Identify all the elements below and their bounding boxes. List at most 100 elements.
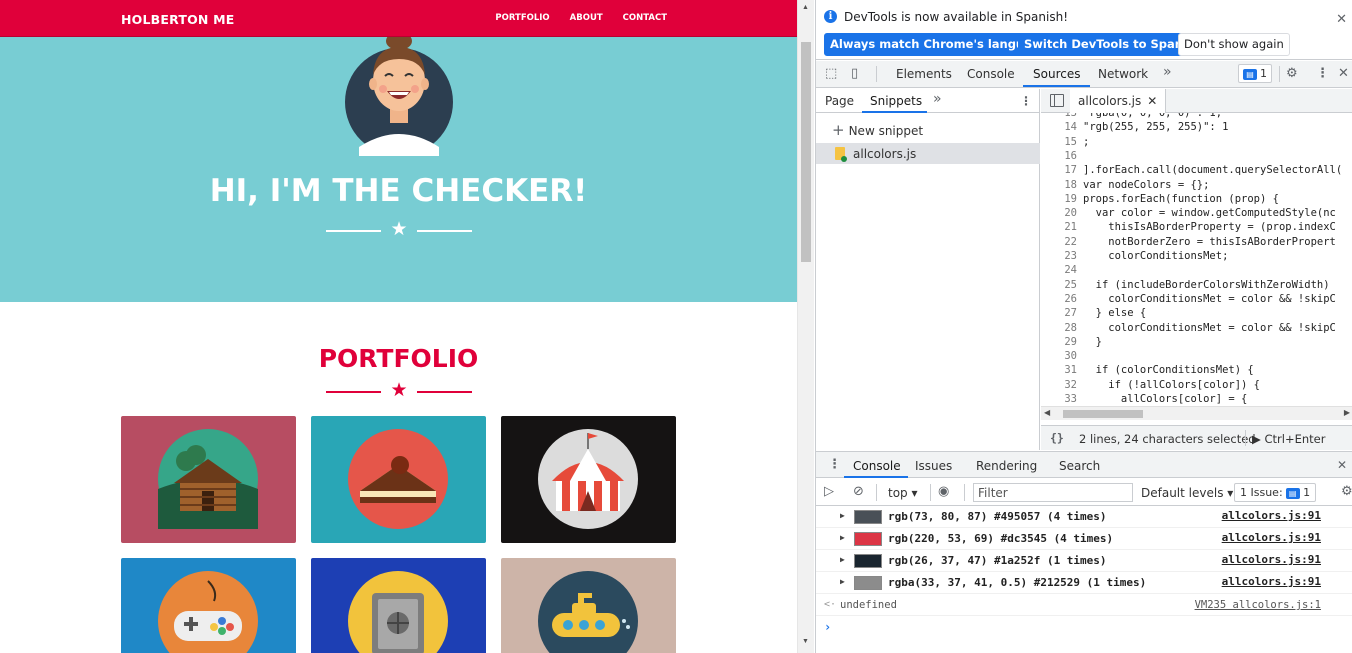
line-number: 14 <box>1064 121 1077 134</box>
code-line[interactable]: if (!allColors[color]) { <box>1083 379 1260 391</box>
console-message-row[interactable]: ▶ rgb(73, 80, 87) #495057 (4 times) allcol… <box>816 506 1352 528</box>
code-line[interactable]: "rgb(255, 255, 255)": 1 <box>1083 121 1228 133</box>
message-source-link[interactable]: allcolors.js:91 <box>1222 509 1321 522</box>
portfolio-tile-submarine[interactable] <box>501 558 676 653</box>
scrollbar-thumb[interactable] <box>801 42 811 262</box>
code-line[interactable]: colorConditionsMet = color && !skipC <box>1083 322 1336 334</box>
code-line[interactable]: if (includeBorderColorsWithZeroWidth) <box>1083 279 1330 291</box>
console-message-row[interactable]: ▶ rgb(26, 37, 47) #1a252f (1 times) allcol… <box>816 550 1352 572</box>
code-line[interactable]: notBorderZero = thisIsABorderPropert <box>1083 236 1336 248</box>
console-settings-gear-icon[interactable]: ⚙ <box>1341 484 1352 499</box>
log-levels-dropdown[interactable]: Default levels ▾ <box>1141 486 1233 500</box>
tab-network[interactable]: Network <box>1098 67 1148 81</box>
tab-sources[interactable]: Sources <box>1033 67 1080 81</box>
code-line[interactable]: ; <box>1083 136 1089 148</box>
portfolio-tile-safe[interactable] <box>311 558 486 653</box>
inspect-element-icon[interactable]: ⬚ <box>825 66 837 81</box>
close-tab-icon[interactable]: ✕ <box>1147 94 1157 108</box>
eye-icon[interactable]: ◉ <box>938 484 949 499</box>
portfolio-tile-cake[interactable] <box>311 416 486 543</box>
code-line[interactable]: colorConditionsMet; <box>1083 250 1228 262</box>
drawer-tab-console[interactable]: Console <box>853 459 901 473</box>
tab-page[interactable]: Page <box>825 94 854 108</box>
scroll-right-icon[interactable]: ▶ <box>1344 408 1350 417</box>
issues-badge[interactable]: ▤ 1 <box>1238 64 1272 83</box>
snippet-file-name: allcolors.js <box>853 147 917 161</box>
code-line[interactable]: } else { <box>1083 307 1147 319</box>
drawer-tab-search[interactable]: Search <box>1059 459 1100 473</box>
code-line[interactable]: var nodeColors = {}; <box>1083 179 1209 191</box>
tab-elements[interactable]: Elements <box>896 67 952 81</box>
scroll-left-icon[interactable]: ◀ <box>1044 408 1050 417</box>
expand-arrow-icon[interactable]: ▶ <box>840 533 845 542</box>
color-swatch <box>854 554 882 568</box>
nav-link-contact[interactable]: CONTACT <box>623 13 667 23</box>
message-source-link[interactable]: allcolors.js:91 <box>1222 531 1321 544</box>
more-navigator-tabs-icon[interactable]: » <box>933 91 942 107</box>
code-line[interactable]: allColors[color] = { <box>1083 393 1247 405</box>
nav-link-portfolio[interactable]: PORTFOLIO <box>495 13 549 23</box>
toggle-navigator-icon[interactable] <box>1050 94 1064 107</box>
code-line[interactable]: var color = window.getComputedStyle(nc <box>1083 207 1336 219</box>
expand-arrow-icon[interactable]: ▶ <box>840 511 845 520</box>
console-prompt-icon[interactable]: › <box>824 620 831 634</box>
console-filter-input[interactable] <box>973 483 1133 502</box>
tab-snippets[interactable]: Snippets <box>870 94 922 108</box>
clear-console-icon[interactable]: ⊘ <box>853 484 864 499</box>
code-line[interactable]: thisIsABorderProperty = (prop.indexC <box>1083 221 1336 233</box>
portfolio-tile-gamepad[interactable] <box>121 558 296 653</box>
expand-arrow-icon[interactable]: ▶ <box>840 577 845 586</box>
close-icon[interactable]: ✕ <box>1336 12 1347 27</box>
page-scrollbar[interactable]: ▲ ▼ <box>797 0 814 653</box>
device-toolbar-icon[interactable]: ▯ <box>851 66 858 81</box>
code-area[interactable]: 13 "rgba(0, 0, 0, 0)": 1, 14 "rgb(255, 255,… <box>1041 113 1352 406</box>
scroll-up-icon[interactable]: ▲ <box>802 4 809 11</box>
nav-link-about[interactable]: ABOUT <box>570 13 603 23</box>
code-line[interactable]: if (colorConditionsMet) { <box>1083 364 1254 376</box>
line-number: 19 <box>1064 192 1077 205</box>
expand-arrow-icon[interactable]: ▶ <box>840 555 845 564</box>
message-source-link[interactable]: allcolors.js:91 <box>1222 553 1321 566</box>
editor-horizontal-scrollbar[interactable]: ◀ ▶ <box>1041 406 1352 420</box>
editor-tab-allcolors[interactable]: allcolors.js ✕ <box>1070 89 1167 113</box>
console-issues-badge[interactable]: 1 Issue: ▤ 1 <box>1234 483 1317 502</box>
close-devtools-icon[interactable]: ✕ <box>1338 66 1349 81</box>
drawer-menu-icon[interactable]: ⋮ <box>828 457 841 472</box>
run-snippet-button[interactable]: ▶ Ctrl+Enter <box>1252 432 1325 446</box>
dont-show-again-button[interactable]: Don't show again <box>1178 33 1290 56</box>
hscroll-thumb[interactable] <box>1063 410 1143 418</box>
console-message-row[interactable]: ▶ rgba(33, 37, 41, 0.5) #212529 (1 times)… <box>816 572 1352 594</box>
message-source-link[interactable]: allcolors.js:91 <box>1222 575 1321 588</box>
code-line[interactable]: "rgba(0, 0, 0, 0)": 1, <box>1083 113 1222 119</box>
more-tabs-icon[interactable]: » <box>1163 64 1172 80</box>
tab-console[interactable]: Console <box>967 67 1015 81</box>
code-line[interactable]: colorConditionsMet = color && !skipC <box>1083 293 1336 305</box>
kebab-menu-icon[interactable]: ⋮ <box>1316 66 1329 81</box>
return-arrow-icon: <· <box>824 599 837 610</box>
portfolio-divider: ★ <box>326 381 472 401</box>
site-brand[interactable]: HOLBERTON ME <box>121 12 235 27</box>
hero-divider: ★ <box>326 220 472 240</box>
code-line[interactable]: } <box>1083 336 1102 348</box>
drawer-tab-issues[interactable]: Issues <box>915 459 952 473</box>
snippet-file-row[interactable]: allcolors.js <box>816 143 1040 164</box>
context-selector[interactable]: top ▾ <box>888 486 918 500</box>
close-drawer-icon[interactable]: ✕ <box>1337 458 1347 472</box>
console-message-row[interactable]: ▶ rgb(220, 53, 69) #dc3545 (4 times) allco… <box>816 528 1352 550</box>
return-value: undefined <box>840 599 897 611</box>
pretty-print-icon[interactable]: {} <box>1050 431 1064 445</box>
return-source-link[interactable]: VM235 allcolors.js:1 <box>1195 599 1321 611</box>
portfolio-tile-circus[interactable] <box>501 416 676 543</box>
code-line[interactable]: ].forEach.call(document.querySelectorAll… <box>1083 164 1342 176</box>
editor-statusbar: {} 2 lines, 24 characters selected ▶ Ctr… <box>1041 425 1352 450</box>
new-snippet-button[interactable]: + New snippet <box>832 121 923 139</box>
info-icon: i <box>824 10 837 23</box>
navigator-menu-icon[interactable]: ⋮ <box>1020 94 1032 108</box>
gear-icon[interactable]: ⚙ <box>1286 66 1298 81</box>
drawer-tabs: ⋮ Console Issues Rendering Search ✕ <box>816 452 1352 478</box>
code-line[interactable]: props.forEach(function (prop) { <box>1083 193 1279 205</box>
portfolio-tile-cabin[interactable] <box>121 416 296 543</box>
scroll-down-icon[interactable]: ▼ <box>802 638 809 645</box>
sidebar-toggle-icon[interactable]: ▷ <box>824 484 834 499</box>
drawer-tab-rendering[interactable]: Rendering <box>976 459 1037 473</box>
